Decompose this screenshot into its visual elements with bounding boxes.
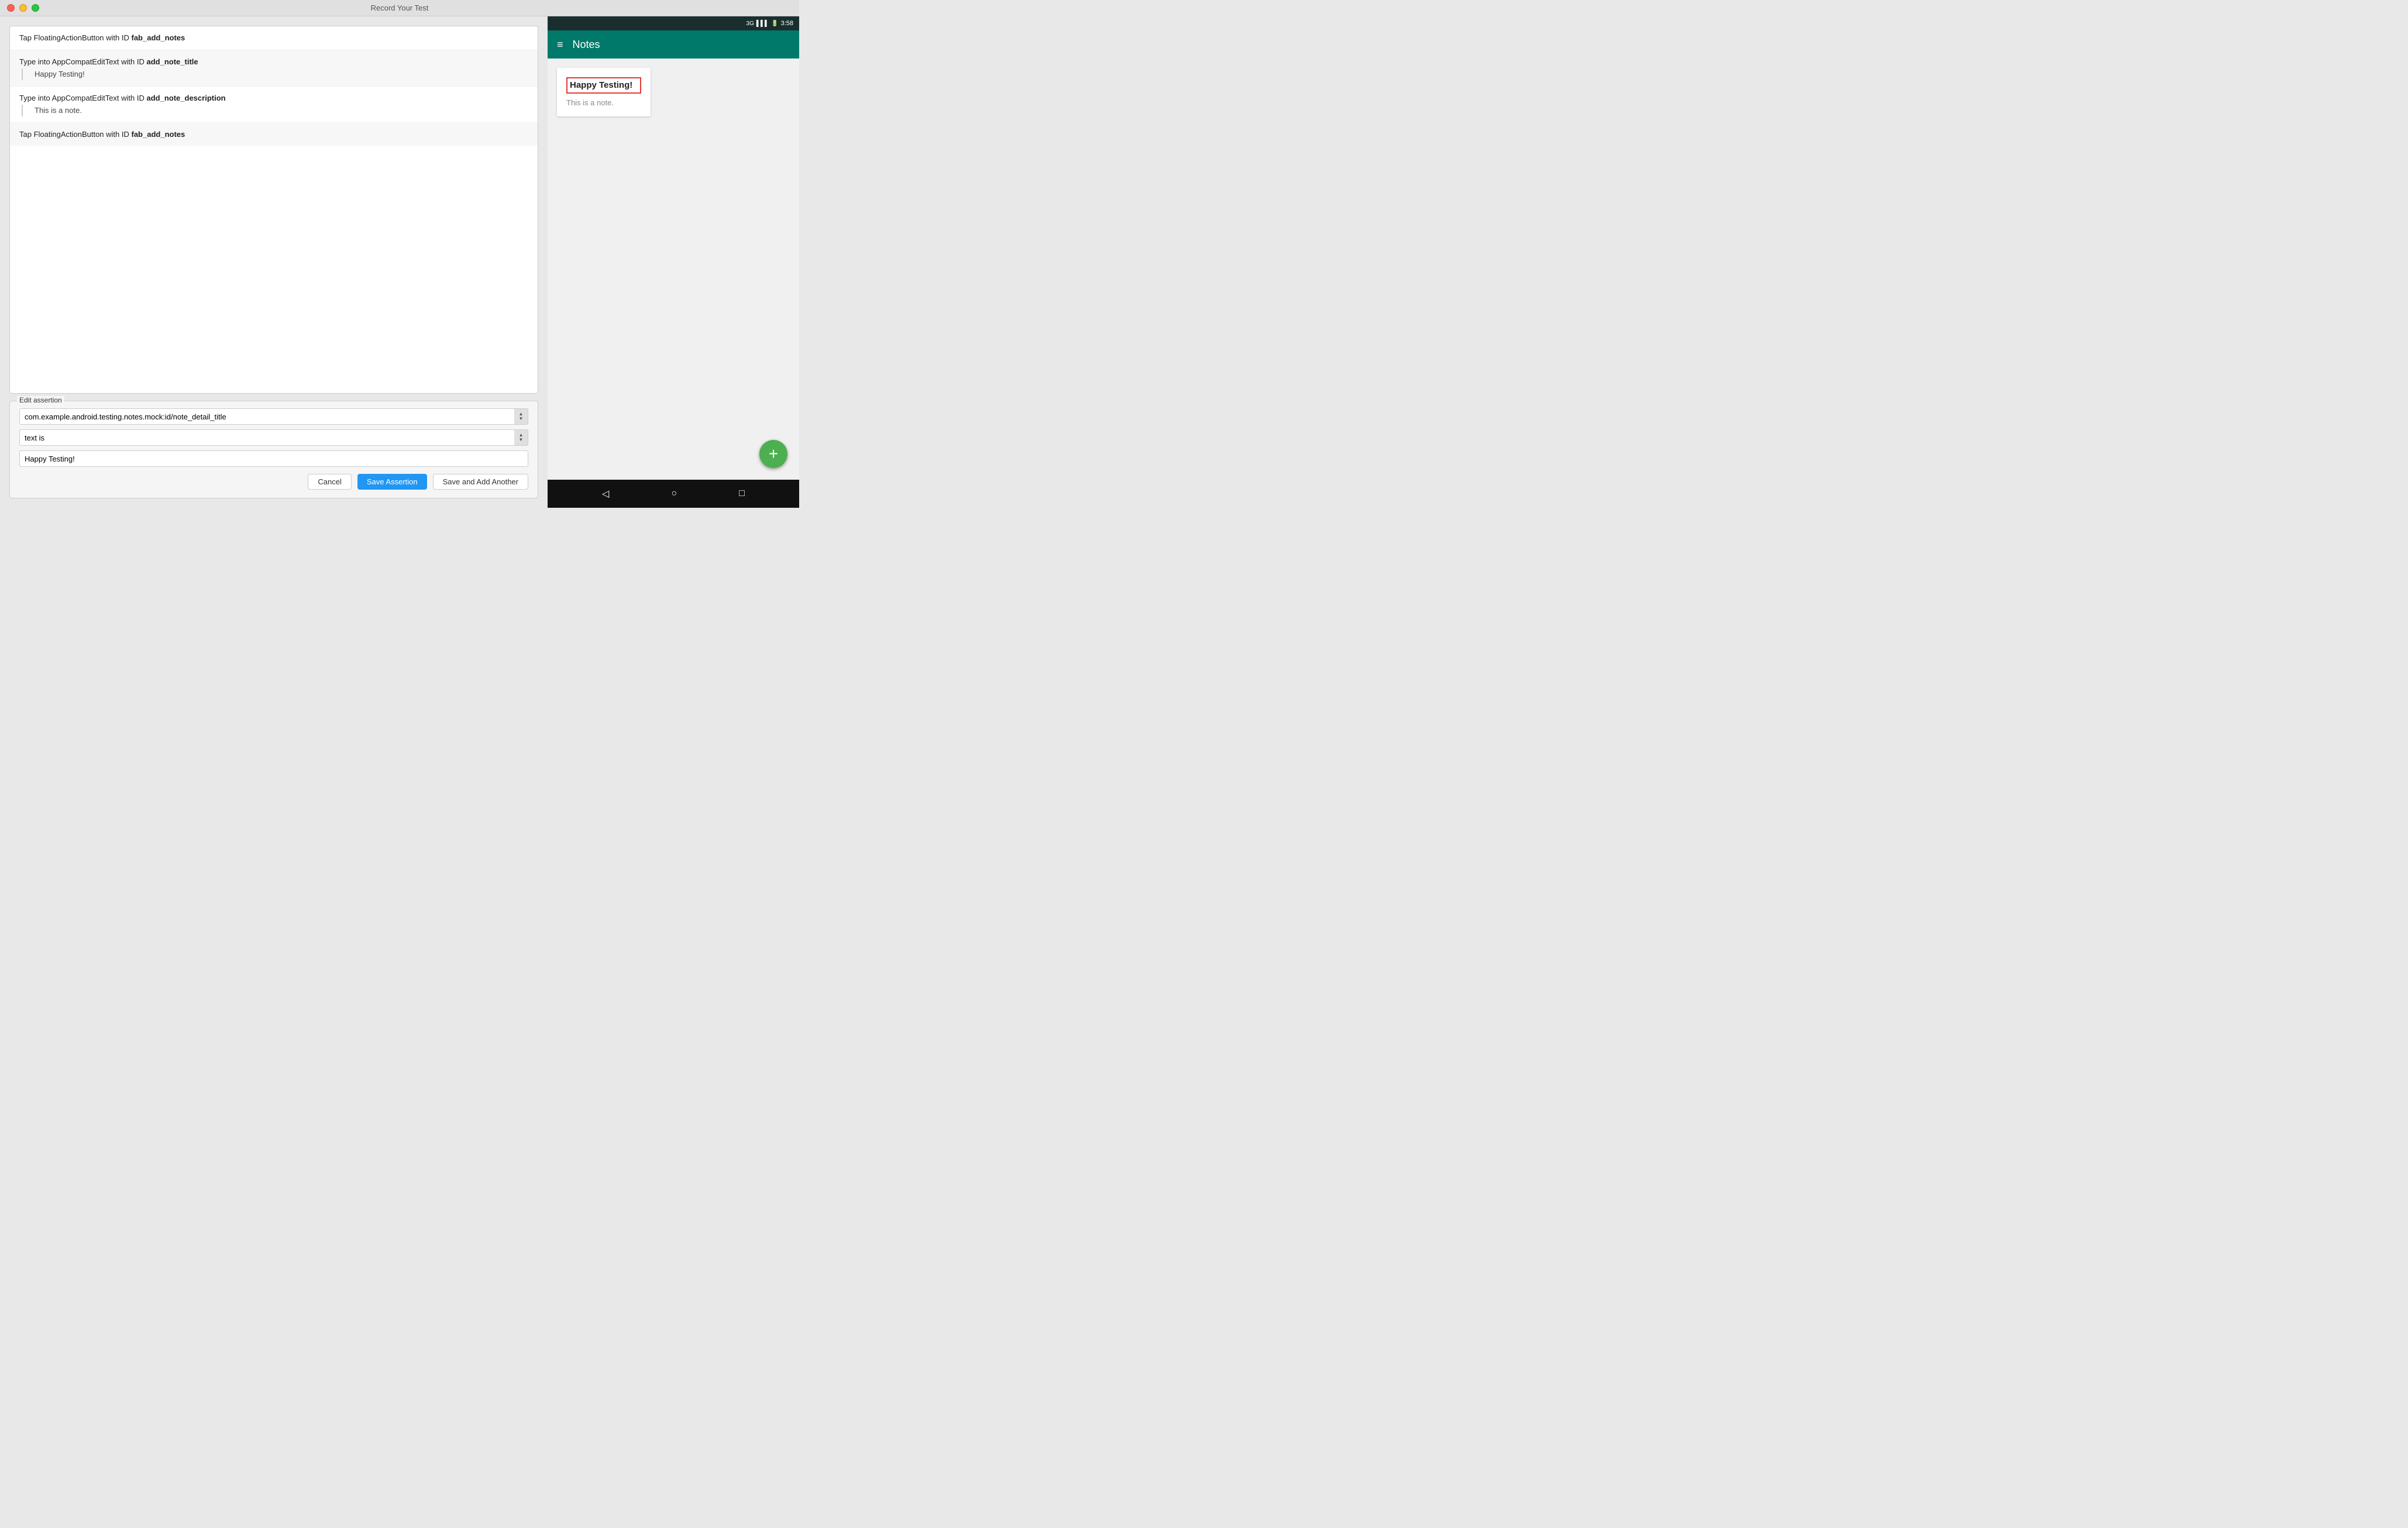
- note-card[interactable]: Happy Testing! This is a note.: [557, 68, 651, 116]
- fab-add-button[interactable]: +: [759, 440, 787, 468]
- condition-wrapper: text is ▲ ▼: [19, 429, 528, 446]
- step-id: fab_add_notes: [132, 33, 185, 42]
- edit-assertion-panel: Edit assertion com.example.android.testi…: [9, 401, 538, 498]
- condition-select[interactable]: text is: [19, 429, 528, 446]
- test-steps-container: Tap FloatingActionButton with ID fab_add…: [9, 26, 538, 394]
- android-toolbar: ≡ Notes: [548, 30, 799, 58]
- note-title: Happy Testing!: [566, 77, 641, 94]
- step-indent-value: This is a note.: [22, 105, 528, 116]
- toolbar-title: Notes: [573, 39, 600, 51]
- save-assertion-button[interactable]: Save Assertion: [357, 474, 427, 490]
- step-id: add_note_title: [147, 57, 198, 66]
- note-description: This is a note.: [566, 98, 641, 107]
- minimize-button[interactable]: [19, 4, 27, 12]
- left-panel: Tap FloatingActionButton with ID fab_add…: [0, 16, 548, 508]
- window-controls: [7, 4, 39, 12]
- close-button[interactable]: [7, 4, 15, 12]
- table-row: Type into AppCompatEditText with ID add_…: [10, 50, 538, 87]
- step-indent-value: Happy Testing!: [22, 68, 528, 80]
- condition-field: text is ▲ ▼: [19, 429, 528, 446]
- edit-assertion-legend: Edit assertion: [17, 396, 64, 404]
- android-content: Happy Testing! This is a note. +: [548, 58, 799, 480]
- step-text: Type into AppCompatEditText with ID add_…: [19, 57, 198, 66]
- table-row: Tap FloatingActionButton with ID fab_add…: [10, 26, 538, 50]
- home-nav-button[interactable]: ○: [671, 488, 677, 499]
- step-text: Type into AppCompatEditText with ID add_…: [19, 94, 226, 102]
- selector-select[interactable]: com.example.android.testing.notes.mock:i…: [19, 408, 528, 425]
- hamburger-menu-icon[interactable]: ≡: [557, 39, 563, 51]
- signal-bars-icon: ▌▌▌: [756, 20, 769, 27]
- window-title: Record Your Test: [371, 4, 429, 12]
- save-and-add-button[interactable]: Save and Add Another: [433, 474, 528, 490]
- value-field: [19, 450, 528, 467]
- table-row: Tap FloatingActionButton with ID fab_add…: [10, 123, 538, 146]
- step-id: add_note_description: [147, 94, 226, 102]
- clock-display: 3:58: [781, 20, 793, 27]
- step-text: Tap FloatingActionButton with ID fab_add…: [19, 33, 185, 42]
- recent-nav-button[interactable]: □: [739, 488, 745, 499]
- assertion-buttons: Cancel Save Assertion Save and Add Anoth…: [19, 474, 528, 490]
- step-text: Tap FloatingActionButton with ID fab_add…: [19, 130, 185, 139]
- maximize-button[interactable]: [32, 4, 39, 12]
- android-statusbar: 3G ▌▌▌ 🔋 3:58: [548, 16, 799, 30]
- cancel-button[interactable]: Cancel: [308, 474, 351, 490]
- android-navbar: ◁ ○ □: [548, 480, 799, 508]
- assertion-value-input[interactable]: [19, 450, 528, 467]
- back-nav-button[interactable]: ◁: [602, 488, 609, 500]
- battery-icon: 🔋: [771, 20, 778, 27]
- step-id: fab_add_notes: [132, 130, 185, 139]
- signal-icon: 3G: [747, 20, 754, 27]
- main-area: Tap FloatingActionButton with ID fab_add…: [0, 16, 799, 508]
- selector-field: com.example.android.testing.notes.mock:i…: [19, 408, 528, 425]
- android-device-panel: 3G ▌▌▌ 🔋 3:58 ≡ Notes Happy Testing! Thi…: [548, 16, 799, 508]
- selector-wrapper: com.example.android.testing.notes.mock:i…: [19, 408, 528, 425]
- titlebar: Record Your Test: [0, 0, 799, 16]
- table-row: Type into AppCompatEditText with ID add_…: [10, 87, 538, 123]
- statusbar-icons: 3G ▌▌▌ 🔋 3:58: [747, 20, 793, 27]
